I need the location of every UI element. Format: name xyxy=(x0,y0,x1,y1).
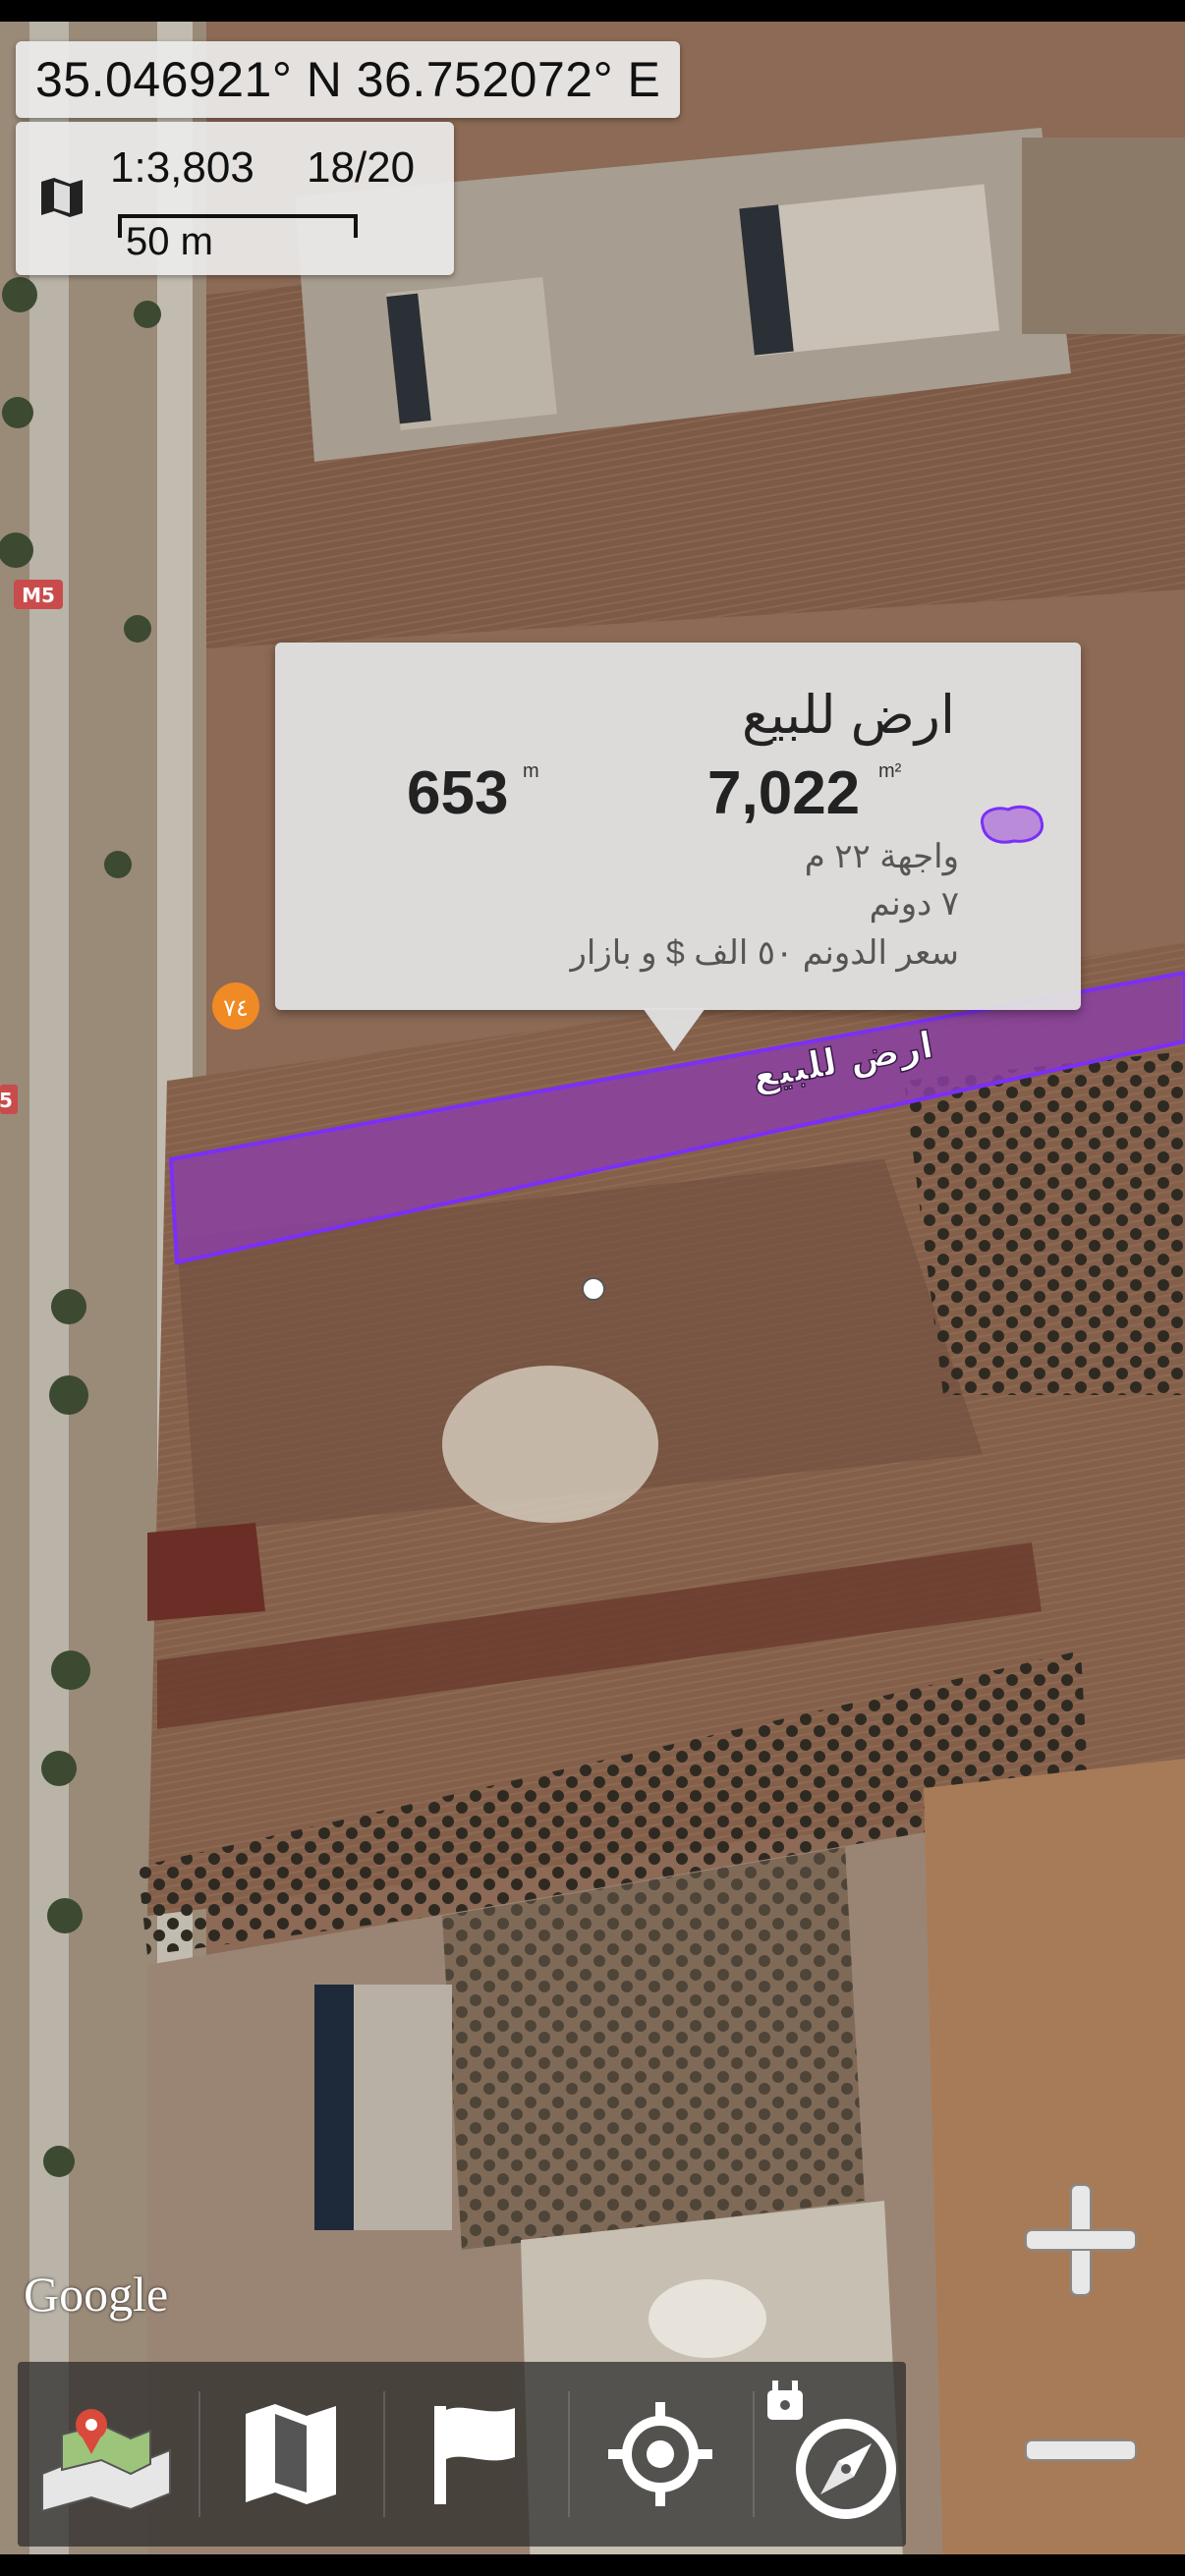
status-bar xyxy=(0,0,1185,22)
scale-ratio: 1:3,803 xyxy=(110,143,254,192)
map-center-marker xyxy=(582,1277,605,1301)
google-attribution: Google xyxy=(24,2267,169,2322)
parcel-area-value: 7,022 xyxy=(707,759,861,827)
poi-label: ٧٤ xyxy=(223,994,249,1022)
compass-button[interactable] xyxy=(749,2362,926,2547)
zoom-in-icon xyxy=(1025,2184,1137,2296)
highway-label-partial: 5 xyxy=(0,1089,13,1112)
parcel-perimeter-value: 653 xyxy=(407,759,509,827)
scale-panel[interactable]: 1:3,803 18/20 50 m xyxy=(16,122,454,275)
highway-label: M5 xyxy=(22,584,55,607)
flag-button[interactable] xyxy=(387,2362,564,2547)
layers-map-icon xyxy=(41,2409,171,2513)
my-location-icon xyxy=(608,2402,712,2506)
coordinates-text: 35.046921° N 36.752072° E xyxy=(35,52,661,107)
flag-icon xyxy=(434,2406,515,2504)
map-icon xyxy=(246,2404,336,2504)
layers-button[interactable] xyxy=(18,2362,195,2547)
parcel-price: سعر الدونم ٥٠ الف $ و بازار xyxy=(570,934,959,972)
parcel-title: ارض للبيع xyxy=(741,686,955,745)
map-view-button[interactable] xyxy=(202,2362,379,2547)
bottom-toolbar xyxy=(18,2362,906,2547)
scale-distance: 50 m xyxy=(126,220,213,263)
satellite-map[interactable]: ٧٤ M5 5 ارض للبيع xyxy=(0,0,1185,2576)
parcel-frontage: واجهة ٢٢ م xyxy=(804,838,959,875)
compass-icon xyxy=(767,2380,896,2519)
zoom-in-button[interactable] xyxy=(1012,2171,1150,2309)
parcel-size: ٧ دونم xyxy=(869,885,959,923)
zoom-level: 18/20 xyxy=(307,143,416,192)
popup-pointer xyxy=(643,1008,705,1051)
parcel-info-popup[interactable]: ارض للبيع 7,022 m² 653 m واجهة ٢٢ م ٧ دو… xyxy=(275,643,1081,1010)
coordinates-panel[interactable]: 35.046921° N 36.752072° E xyxy=(16,41,681,118)
map-icon xyxy=(41,178,83,217)
parcel-area-unit: m² xyxy=(878,760,902,782)
polygon-shape-icon xyxy=(980,805,1044,844)
my-location-button[interactable] xyxy=(572,2362,749,2547)
parcel-perimeter-unit: m xyxy=(523,760,539,782)
zoom-out-button[interactable] xyxy=(1012,2381,1150,2519)
zoom-out-icon xyxy=(1025,2439,1137,2461)
nav-bar xyxy=(0,2554,1185,2576)
